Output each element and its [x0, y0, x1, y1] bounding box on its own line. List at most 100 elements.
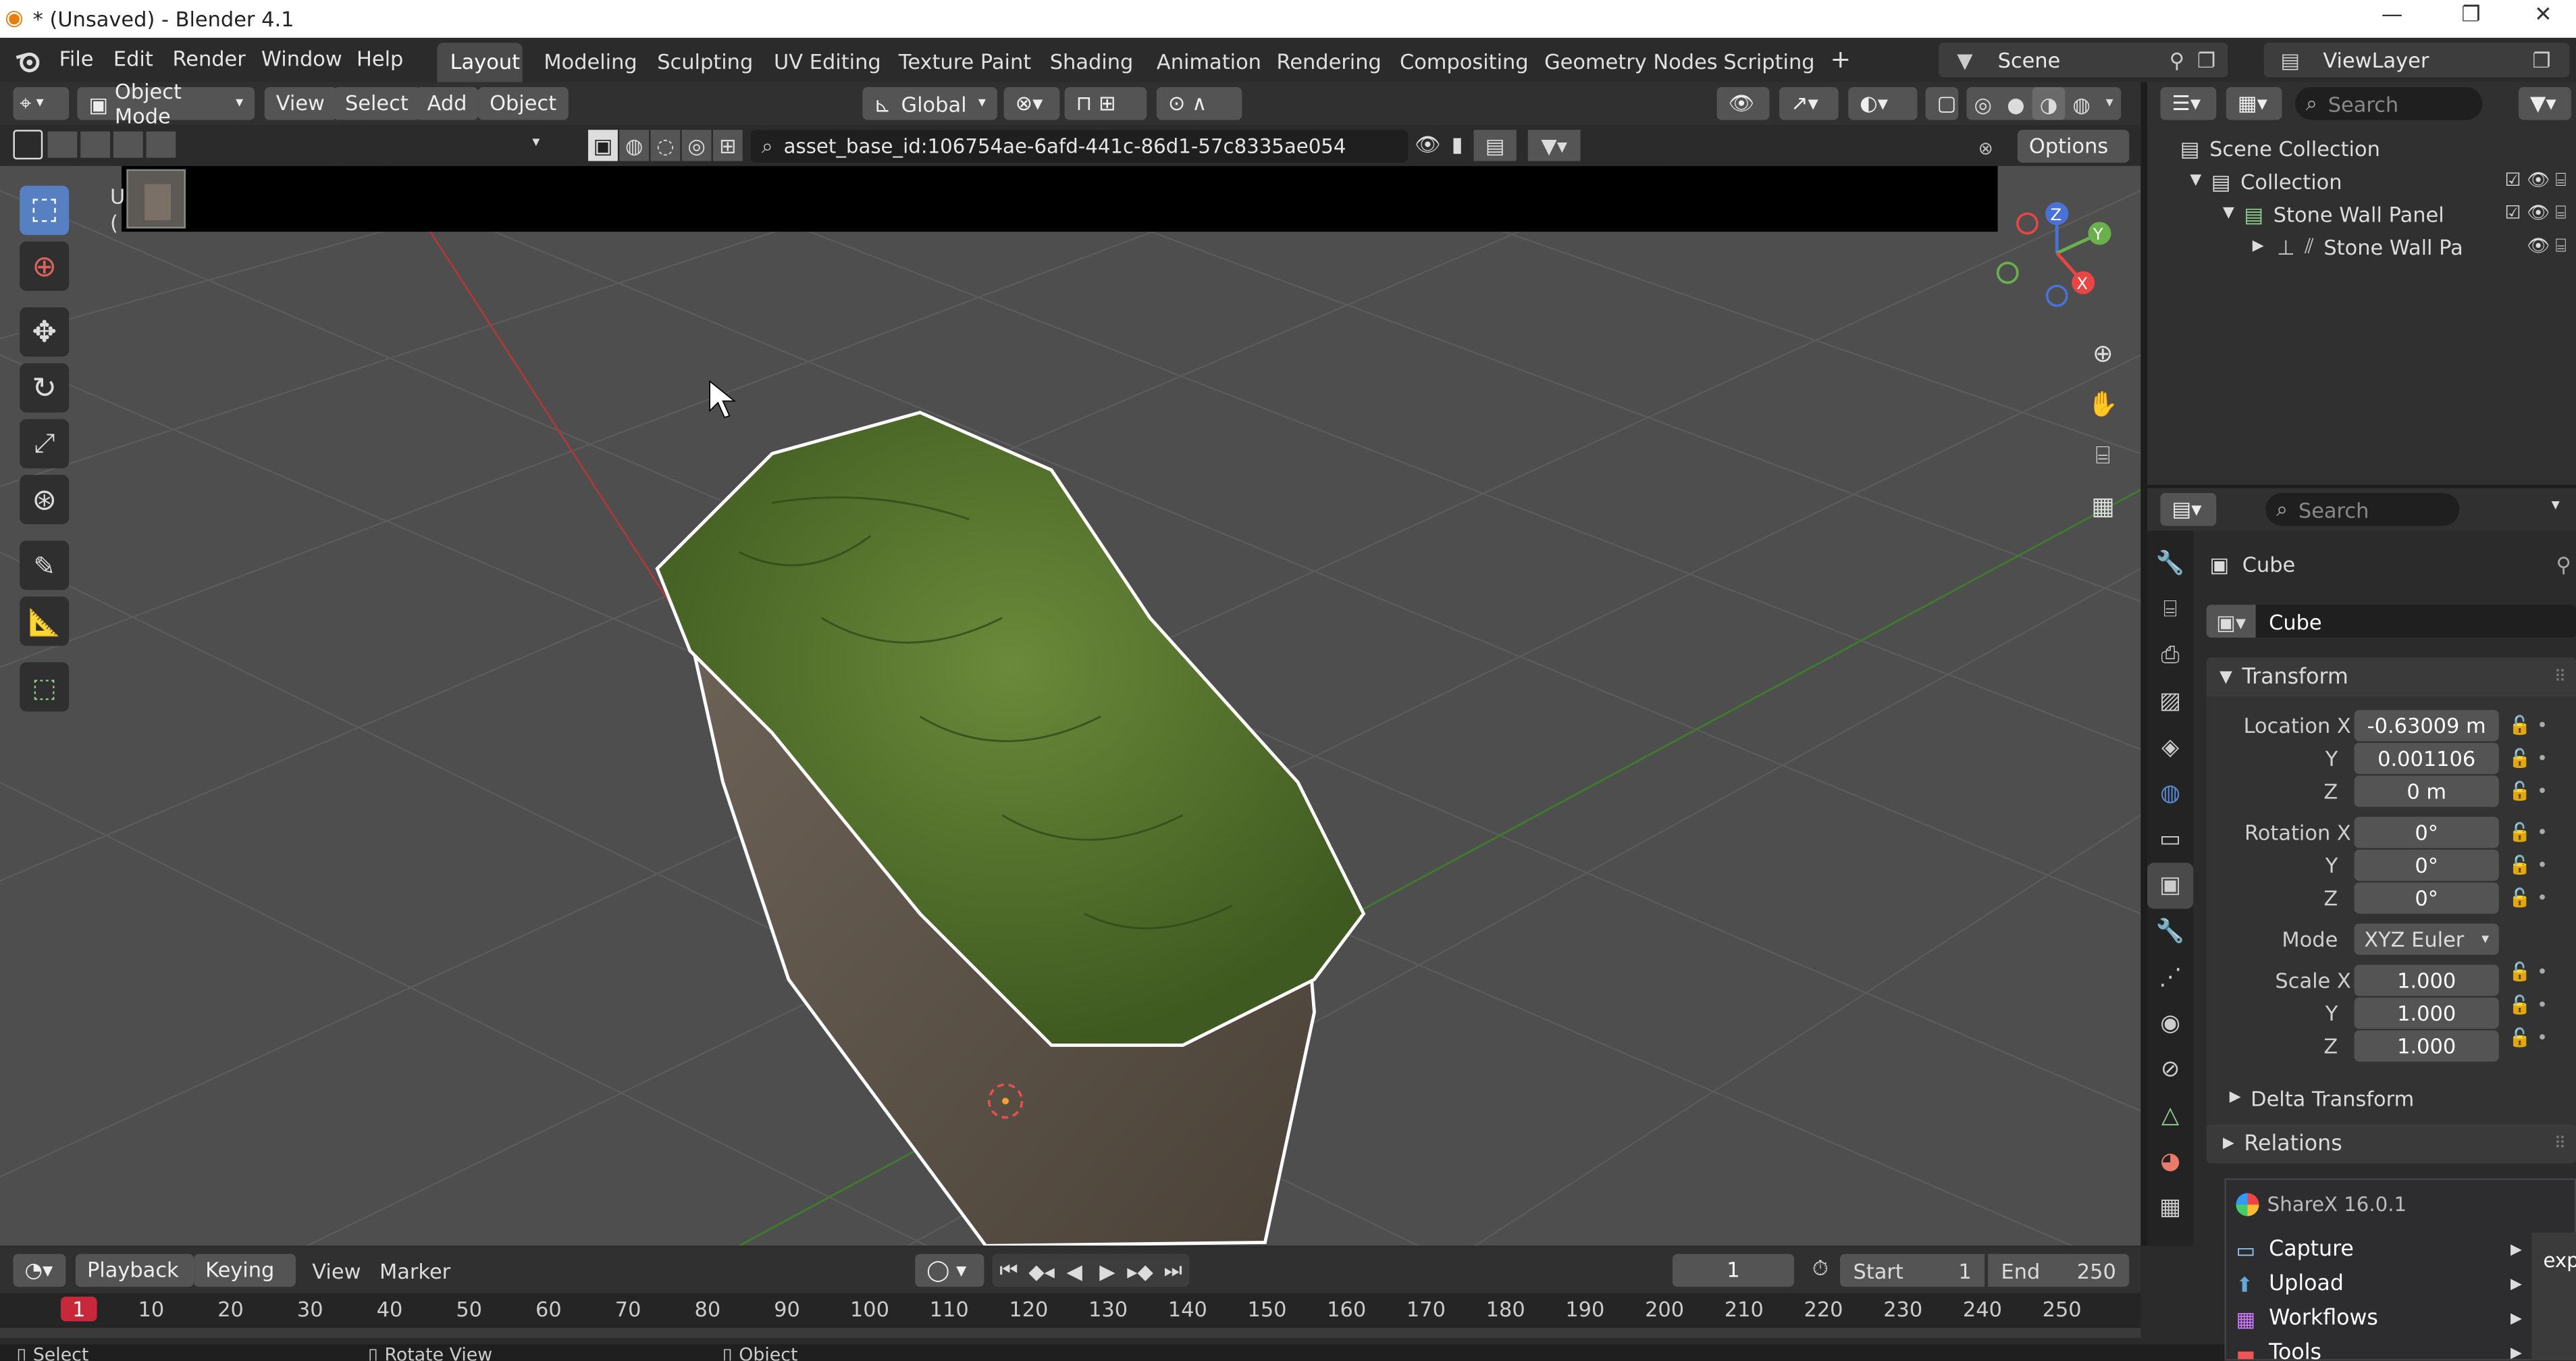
physics-tab-icon[interactable]: ◉: [2147, 1001, 2193, 1047]
rotation-x-field[interactable]: 0°: [2354, 817, 2499, 848]
play-icon[interactable]: ▶: [1091, 1258, 1124, 1283]
scale-z-field[interactable]: 1.000: [2354, 1030, 2499, 1062]
hdri-asset-icon[interactable]: ◌: [650, 130, 681, 161]
add-cube-tool[interactable]: ⬚: [20, 662, 70, 712]
tab-compositing[interactable]: Compositing: [1387, 43, 1542, 82]
rotation-y-field[interactable]: 0°: [2354, 849, 2499, 881]
frame-end-field[interactable]: End 250: [1988, 1254, 2130, 1287]
select-box-tool[interactable]: [20, 185, 70, 235]
timeline-view-menu[interactable]: View: [312, 1259, 361, 1283]
pin-icon[interactable]: ⚲: [2556, 551, 2571, 575]
outliner-filter-button[interactable]: ▼▾: [2518, 86, 2571, 120]
new-scene-icon[interactable]: ❐: [2192, 48, 2222, 72]
tool-tab-icon[interactable]: 🔧: [2147, 540, 2193, 586]
scale-y-field[interactable]: 1.000: [2354, 997, 2499, 1029]
filter-all-icon[interactable]: [47, 131, 78, 158]
minimize-button[interactable]: —: [2359, 3, 2425, 36]
overlays-button[interactable]: ◐▾: [1848, 86, 1918, 120]
current-frame-marker[interactable]: 1: [61, 1296, 97, 1322]
navigation-gizmo[interactable]: Z Y X: [1988, 194, 2129, 312]
constraints-tab-icon[interactable]: ⊘: [2147, 1047, 2193, 1093]
options-button[interactable]: Options: [2017, 130, 2130, 163]
scene-tab-icon[interactable]: ◈: [2147, 725, 2193, 771]
lock-icon[interactable]: 🔓 •: [2508, 743, 2574, 776]
drag-handle-icon[interactable]: ⠿: [2554, 668, 2567, 686]
chevron-right-icon[interactable]: ▶: [2253, 238, 2264, 255]
playback-menu[interactable]: Playback: [75, 1254, 194, 1287]
chevron-down-icon[interactable]: ▾: [2098, 87, 2121, 120]
tab-layout[interactable]: Layout: [437, 43, 523, 82]
delta-transform-subpanel[interactable]: ▶ Delta Transform: [2230, 1081, 2415, 1114]
gizmo-button[interactable]: ↗▾: [1779, 86, 1839, 120]
lock-icon[interactable]: 🔓 •: [2508, 883, 2574, 916]
lock-icon[interactable]: 🔓 •: [2508, 710, 2574, 743]
keying-menu[interactable]: Keying: [194, 1254, 296, 1287]
particles-tab-icon[interactable]: ⋰: [2147, 955, 2193, 1001]
select-menu[interactable]: Select: [333, 86, 420, 120]
filter-objects-icon[interactable]: [80, 131, 111, 158]
asset-thumbnail[interactable]: [126, 169, 186, 229]
layout-toggle-icon[interactable]: ▤: [1473, 130, 1517, 161]
rotate-tool[interactable]: ↻: [20, 363, 70, 413]
chevron-down-icon[interactable]: ▾: [2552, 496, 2560, 515]
lock-icon[interactable]: 🔓 •: [2508, 850, 2574, 883]
sharex-workflows-item[interactable]: ▦ Workflows ▶: [2226, 1302, 2521, 1336]
outliner-search-input[interactable]: ⌕ Search: [2295, 86, 2483, 120]
rotation-z-field[interactable]: 0°: [2354, 882, 2499, 914]
visibility-icon[interactable]: 👁 ⌸: [2527, 235, 2567, 258]
rotation-mode-dropdown[interactable]: XYZ Euler ▾: [2354, 923, 2499, 955]
location-z-field[interactable]: 0 m: [2354, 775, 2499, 807]
wireframe-shading-icon[interactable]: ◎: [1966, 87, 1999, 120]
snapping-button[interactable]: ⊓ ⊞: [1064, 86, 1147, 120]
jump-start-icon[interactable]: ⏮: [993, 1257, 1026, 1283]
properties-search-input[interactable]: ⌕ Search: [2265, 492, 2460, 526]
prev-keyframe-icon[interactable]: ◆◂: [1025, 1258, 1058, 1283]
bookmark-icon[interactable]: ▮: [1446, 132, 1469, 156]
material-tab-icon[interactable]: ◕: [2147, 1139, 2193, 1185]
drag-handle-icon[interactable]: ⠿: [2554, 1135, 2567, 1153]
pivot-point-button[interactable]: ⊗▾: [1003, 86, 1060, 120]
outliner-row-stone-wall-panel[interactable]: ▼ ▤ Stone Wall Panel ☑ 👁 ⌸: [2223, 197, 2576, 230]
menu-file[interactable]: File: [59, 46, 94, 76]
menu-render[interactable]: Render: [172, 46, 245, 76]
filter-materials-icon[interactable]: [113, 131, 143, 158]
next-keyframe-icon[interactable]: ▸◆: [1124, 1258, 1157, 1283]
scene-asset-icon[interactable]: ◎: [681, 130, 712, 161]
timeline-editor-type[interactable]: ◔▾: [13, 1254, 66, 1287]
texture-tab-icon[interactable]: ▦: [2147, 1185, 2193, 1231]
maximize-button[interactable]: ❐: [2438, 3, 2504, 36]
tab-geometry-nodes[interactable]: Geometry Nodes: [1531, 43, 1731, 82]
object-asset-icon[interactable]: ▣: [588, 130, 618, 161]
object-data-icon[interactable]: ▣▾: [2206, 605, 2256, 638]
new-view-layer-icon[interactable]: ❐: [2527, 48, 2556, 72]
view-menu[interactable]: View: [264, 86, 336, 120]
display-mode-button[interactable]: ▦▾: [2226, 86, 2282, 120]
rendered-shading-icon[interactable]: ◍: [2065, 87, 2098, 120]
chevron-down-icon[interactable]: ▾: [532, 135, 540, 151]
render-tab-icon[interactable]: ⌸: [2147, 587, 2193, 633]
asset-browser-icon[interactable]: [13, 130, 43, 160]
blender-menu-icon[interactable]: [13, 48, 43, 74]
collection-tab-icon[interactable]: ▭: [2147, 817, 2193, 863]
menu-edit[interactable]: Edit: [113, 46, 153, 76]
sharex-upload-item[interactable]: ⬆ Upload ▶: [2226, 1267, 2521, 1302]
sharex-capture-item[interactable]: ▭ Capture ▶: [2226, 1233, 2521, 1267]
3d-viewport[interactable]: ▾ ▣ ◍ ◌ ◎ ⊞ ⌕ asset_base_id:106754ae-6af…: [0, 124, 2141, 1246]
measure-tool[interactable]: 📐: [20, 596, 70, 646]
filter-worlds-icon[interactable]: [146, 131, 176, 158]
filter-icon[interactable]: ▼▾: [1527, 130, 1581, 161]
transform-orientation-dropdown[interactable]: ⊾ Global ▾: [862, 86, 997, 120]
world-tab-icon[interactable]: ◍: [2147, 771, 2193, 817]
cursor-tool[interactable]: ⊕: [20, 241, 70, 291]
outliner-row-scene-collection[interactable]: ▤ Scene Collection: [2180, 132, 2380, 165]
view-layer-selector[interactable]: ▤ ViewLayer ❐: [2263, 43, 2570, 78]
relations-panel-header[interactable]: ▶ Relations ⠿: [2206, 1124, 2576, 1164]
solid-shading-icon[interactable]: ●: [1999, 87, 2032, 120]
auto-keying-button[interactable]: ◯ ▾: [915, 1254, 984, 1287]
lock-icon[interactable]: 🔓 •: [2508, 990, 2574, 1023]
object-tab-icon[interactable]: ▣: [2147, 863, 2194, 909]
zoom-icon[interactable]: ⊕: [2083, 329, 2122, 380]
object-name-field[interactable]: ▣▾ Cube: [2206, 605, 2576, 638]
close-window-button[interactable]: ✕: [2511, 3, 2576, 36]
location-x-field[interactable]: -0.63009 m: [2354, 710, 2499, 742]
